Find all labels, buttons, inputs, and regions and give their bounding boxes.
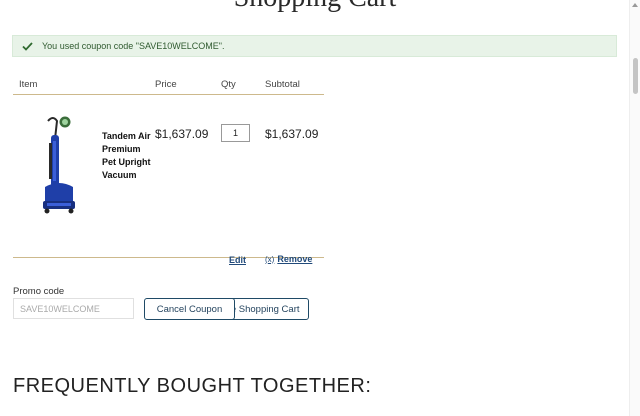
scrollbar[interactable]	[629, 0, 640, 416]
promo-code-label: Promo code	[13, 286, 65, 297]
close-icon: (x)	[265, 254, 275, 264]
remove-item-link[interactable]: (x) Remove	[265, 254, 312, 264]
cancel-coupon-button[interactable]: Cancel Coupon	[144, 298, 235, 320]
page-title: Shopping Cart	[0, 0, 630, 14]
header-subtotal: Subtotal	[265, 79, 300, 90]
frequently-bought-heading: FREQUENTLY BOUGHT TOGETHER:	[13, 375, 372, 397]
cart-table: Item Price Qty Subtotal Tandem Air Premi…	[13, 76, 324, 265]
coupon-success-message: You used coupon code "SAVE10WELCOME".	[12, 35, 617, 57]
edit-item-link[interactable]: Edit	[229, 255, 246, 265]
update-cart-button[interactable]: Update Shopping Cart	[228, 298, 309, 320]
promo-code-input[interactable]: SAVE10WELCOME	[13, 298, 134, 319]
remove-label: Remove	[277, 254, 313, 264]
item-price: $1,637.09	[155, 127, 209, 141]
scroll-thumb[interactable]	[633, 58, 638, 94]
cart-item-row: Tandem Air Premium Pet Upright Vacuum $1…	[13, 95, 324, 265]
quantity-input[interactable]: 1	[221, 124, 250, 142]
item-subtotal: $1,637.09	[265, 127, 319, 141]
notice-text: You used coupon code "SAVE10WELCOME".	[42, 41, 225, 51]
update-cart-label: Update Shopping Cart	[229, 303, 300, 315]
scroll-up-arrow-icon[interactable]	[632, 3, 638, 7]
header-qty: Qty	[221, 79, 236, 90]
header-item: Item	[19, 79, 38, 90]
checkmark-icon	[22, 41, 36, 51]
product-image[interactable]	[35, 113, 85, 217]
header-price: Price	[155, 79, 177, 90]
product-name-link[interactable]: Tandem Air Premium Pet Upright Vacuum	[102, 130, 154, 182]
table-header: Item Price Qty Subtotal	[13, 76, 324, 95]
